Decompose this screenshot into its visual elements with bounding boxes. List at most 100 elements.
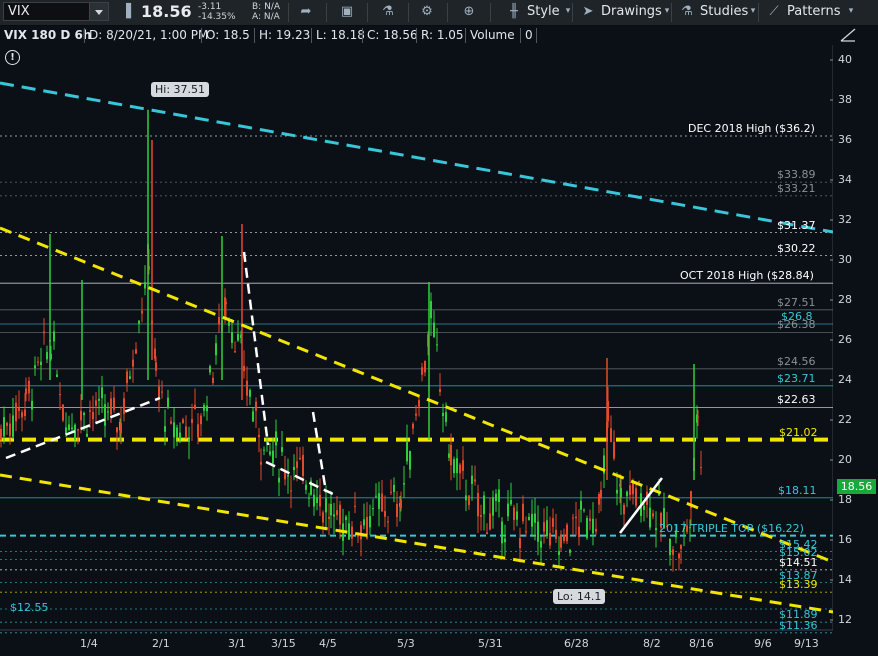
candle-body <box>390 491 392 493</box>
candle-body <box>65 427 67 435</box>
candle-body <box>237 334 239 341</box>
candle-body <box>155 362 157 371</box>
trend-line <box>265 460 336 497</box>
chevron-down-icon[interactable]: ▾ <box>843 3 859 20</box>
divider <box>201 28 202 43</box>
chevron-down-icon[interactable] <box>89 3 108 20</box>
candle-body <box>412 423 414 429</box>
candle-body <box>221 320 223 334</box>
candle-body <box>546 520 548 537</box>
candle-body <box>433 322 435 337</box>
flask-icon[interactable]: ⚗ <box>380 3 396 20</box>
level-label: $12.55 <box>10 601 49 614</box>
candle-body <box>21 412 23 418</box>
candle-body <box>302 455 304 477</box>
x-tick-label: 1/4 <box>80 637 98 650</box>
candle-body <box>83 412 85 416</box>
candle-body <box>531 513 533 527</box>
candle-body <box>480 515 482 517</box>
ask-value: A: N/A <box>252 12 280 22</box>
patterns-icon[interactable]: ⟋ <box>766 3 782 20</box>
share-icon[interactable]: ➦ <box>298 3 314 20</box>
candle-body <box>483 495 485 515</box>
level-label: $27.51 <box>777 295 816 309</box>
candle-body <box>243 365 245 372</box>
candle-body <box>498 489 500 503</box>
candle-body <box>678 553 680 559</box>
candle-body <box>74 424 76 440</box>
candle-body <box>369 516 371 528</box>
drawings-menu[interactable]: Drawings <box>601 4 662 19</box>
candle-body <box>427 334 429 347</box>
percent-change: -14.35% <box>198 12 236 22</box>
candle-body <box>504 538 506 543</box>
x-tick-label: 6/28 <box>564 637 589 650</box>
candle-body <box>638 480 640 482</box>
gear-icon[interactable]: ⚙ <box>419 3 435 20</box>
patterns-menu[interactable]: Patterns <box>787 4 841 19</box>
studies-menu[interactable]: Studies <box>700 4 748 19</box>
candle-body <box>228 318 230 326</box>
candle-body <box>513 507 515 521</box>
candle-body <box>325 498 327 513</box>
candle-body <box>700 467 702 469</box>
candle-body <box>144 282 146 289</box>
candle-body <box>49 340 51 342</box>
divider <box>447 3 448 22</box>
save-icon[interactable]: ▣ <box>339 3 355 20</box>
last-price: 18.56 <box>141 2 192 21</box>
candle-body <box>360 525 362 540</box>
candle-body <box>450 444 452 466</box>
candle-body <box>278 477 280 483</box>
bid-value: B: N/A <box>252 2 280 12</box>
candle-body <box>218 316 220 325</box>
candle-body <box>445 412 447 422</box>
price-chart[interactable] <box>0 0 878 656</box>
bar-date: D: 8/20/21, 1:00 PM <box>89 28 209 42</box>
chevron-down-icon[interactable]: ▾ <box>659 3 675 20</box>
style-menu[interactable]: Style <box>527 4 560 19</box>
cursor-icon[interactable]: ➤ <box>580 3 596 20</box>
collapse-chart-icon[interactable] <box>838 26 858 44</box>
level-label: $24.56 <box>777 354 816 368</box>
candles-icon[interactable]: ╫ <box>506 3 522 20</box>
y-tick-label: 12 <box>838 613 852 626</box>
y-tick-label: 34 <box>838 173 852 186</box>
candle-body <box>120 422 122 434</box>
candle-body <box>396 503 398 518</box>
candle-body <box>643 505 645 510</box>
x-tick-label: 8/2 <box>643 637 661 650</box>
candle-body <box>185 426 187 438</box>
low-value: L: 18.18 <box>316 28 365 42</box>
candle-body <box>43 331 45 334</box>
candle-body <box>293 466 295 471</box>
candle-body <box>299 457 301 460</box>
candle-body <box>555 529 557 539</box>
candle-body <box>436 344 438 346</box>
candle-body <box>540 541 542 548</box>
candle-body <box>0 428 2 440</box>
candle-body <box>104 404 106 426</box>
symbol-selector[interactable]: VIX <box>3 2 109 21</box>
divider <box>254 28 255 43</box>
crosshair-icon[interactable]: ⊕ <box>461 3 477 20</box>
divider <box>490 3 491 22</box>
candle-body <box>28 380 30 394</box>
flask-icon[interactable]: ⚗ <box>679 3 695 20</box>
candle-body <box>37 361 39 363</box>
link-icon[interactable]: ▐ <box>118 3 134 20</box>
chevron-down-icon[interactable]: ▾ <box>560 3 576 20</box>
candle-body <box>6 422 8 426</box>
candle-body <box>9 423 11 436</box>
candle-body <box>421 367 423 375</box>
candle-body <box>381 493 383 512</box>
alert-icon[interactable]: ! <box>5 50 20 65</box>
candle-body <box>188 438 190 442</box>
candle-body <box>77 429 79 431</box>
candle-body <box>560 535 562 548</box>
candle-body <box>287 475 289 477</box>
candle-body <box>319 494 321 507</box>
level-label: $30.22 <box>777 241 816 255</box>
candle-body <box>116 427 118 433</box>
candle-body <box>578 526 580 538</box>
